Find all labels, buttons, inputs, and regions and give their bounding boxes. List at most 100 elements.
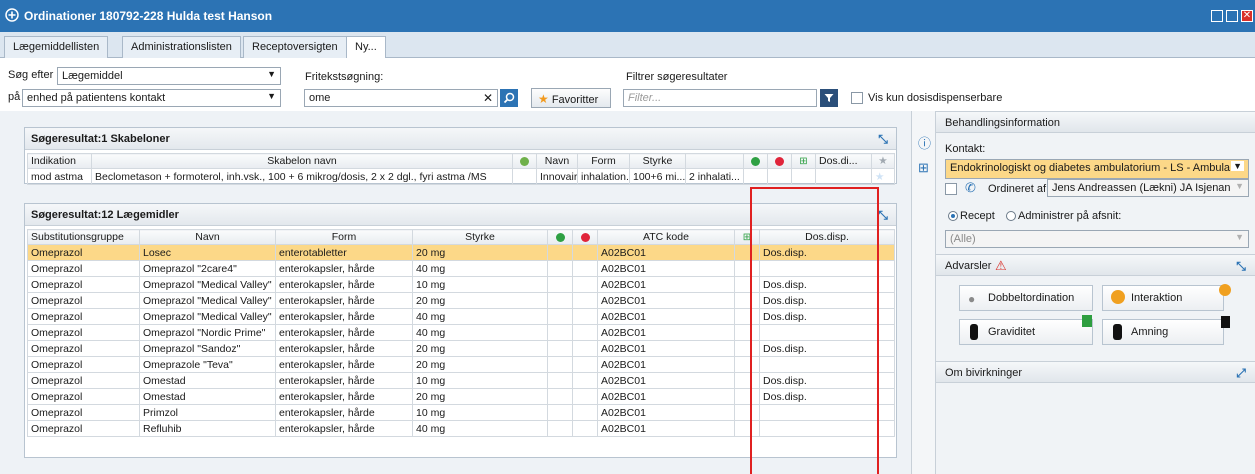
table-row[interactable]: Omeprazol Primzol enterokapsler, hårde 10 m… [27, 404, 895, 421]
col-header[interactable]: Navn [139, 229, 276, 245]
table-cell [759, 356, 895, 373]
table-row[interactable]: Omeprazol Omeprazol "Medical Valley" enter… [27, 308, 895, 325]
tab-administrationslisten[interactable]: Administrationslisten [122, 36, 241, 58]
recept-radio[interactable] [948, 211, 958, 221]
table-cell: mod astma [27, 168, 92, 185]
table-row[interactable]: Omeprazol Losec enterotabletter 20 mg A02BC0… [27, 244, 895, 261]
table-cell [547, 276, 573, 293]
col-header[interactable] [685, 153, 744, 169]
col-header[interactable]: ATC kode [597, 229, 735, 245]
filter-icon[interactable] [820, 89, 838, 107]
col-header[interactable]: Form [275, 229, 413, 245]
table-cell: 40 mg [412, 324, 548, 341]
afsnit-select[interactable]: (Alle) ▼ [945, 230, 1249, 248]
clear-icon[interactable]: ✕ [483, 91, 493, 105]
table-row[interactable]: Omeprazol Omeprazol "Nordic Prime" enterok… [27, 324, 895, 341]
col-header[interactable]: Dos.di... [815, 153, 872, 169]
col-header[interactable]: Skabelon navn [91, 153, 513, 169]
tab-laegemiddellisten[interactable]: Lægemiddellisten [4, 36, 109, 58]
minimize-button[interactable] [1211, 10, 1223, 22]
table-cell [547, 324, 573, 341]
favorite-star-icon[interactable]: ★ [875, 171, 884, 183]
col-header[interactable] [572, 229, 598, 245]
fritekst-input[interactable]: ome ✕ [304, 89, 498, 107]
table-cell: Omeprazol "Medical Valley" [139, 276, 276, 293]
col-header[interactable]: Substitutionsgruppe [27, 229, 140, 245]
table-row[interactable]: Omeprazol Refluhib enterokapsler, hårde 40 … [27, 420, 895, 437]
hierarchy-icon: ⊞ [742, 232, 752, 243]
col-header[interactable] [547, 229, 573, 245]
interaktion-button[interactable]: Interaktion [1102, 285, 1224, 311]
collapse-icon[interactable]: ⤡ [876, 208, 890, 222]
vis-kun-dosis-checkbox[interactable] [851, 92, 863, 104]
table-cell: 10 mg [412, 404, 548, 421]
table-cell[interactable]: ★ [871, 168, 895, 185]
col-header[interactable]: Navn [536, 153, 578, 169]
col-header[interactable] [767, 153, 792, 169]
paa-select[interactable]: enhed på patientens kontakt ▼ [22, 89, 281, 107]
skabeloner-header-row: Indikation Skabelon navn Navn Form Styrk… [27, 153, 895, 169]
col-header[interactable]: Styrke [412, 229, 548, 245]
tab-ny[interactable]: Ny... [346, 36, 386, 59]
table-cell [734, 308, 760, 325]
table-cell: Omeprazol [27, 340, 140, 357]
table-cell: enterotabletter [275, 244, 413, 261]
breastfeeding-icon [1113, 324, 1122, 340]
col-header[interactable]: ⊞ [791, 153, 816, 169]
table-row[interactable]: Omeprazol Omeprazole "Teva" enterokapsler,… [27, 356, 895, 373]
laegemidler-panel-header: Søgeresultat:12 Lægemidler ⤡ [25, 204, 896, 226]
col-header[interactable]: Indikation [27, 153, 92, 169]
search-icon[interactable] [500, 89, 518, 107]
laegemidler-table: Substitutionsgruppe Navn Form Styrke ATC… [27, 229, 895, 437]
table-cell: Omeprazol "2care4" [139, 260, 276, 277]
table-cell: enterokapsler, hårde [275, 308, 413, 325]
chevron-down-icon: ▼ [1235, 181, 1244, 191]
red-dot-icon [580, 232, 590, 242]
collapse-icon[interactable]: ⤡ [876, 132, 890, 146]
col-header[interactable]: ★ [871, 153, 895, 169]
col-header[interactable]: Form [577, 153, 630, 169]
col-header[interactable]: Styrke [629, 153, 686, 169]
afsnit-value: (Alle) [950, 233, 976, 245]
table-row[interactable]: mod astma Beclometason + formoterol, inh… [27, 168, 895, 185]
table-cell: A02BC01 [597, 276, 735, 293]
graviditet-button[interactable]: Graviditet [959, 319, 1093, 345]
table-cell: enterokapsler, hårde [275, 404, 413, 421]
amning-button[interactable]: Amning [1102, 319, 1224, 345]
ordineret-checkbox[interactable] [945, 183, 957, 195]
expand-icon[interactable]: ⤢ [1234, 366, 1248, 380]
table-row[interactable]: Omeprazol Omestad enterokapsler, hårde 10 m… [27, 372, 895, 389]
col-header[interactable] [512, 153, 537, 169]
administrer-label: Administrer på afsnit: [1018, 210, 1122, 222]
table-row[interactable]: Omeprazol Omeprazol "Medical Valley" enter… [27, 276, 895, 293]
info-icon[interactable]: ⓘ [918, 133, 931, 152]
ordineret-select[interactable]: Jens Andreassen (Lækni) JA Isjenan ▼ [1047, 179, 1249, 197]
table-row[interactable]: Omeprazol Omeprazol "Medical Valley" enter… [27, 292, 895, 309]
administrer-radio[interactable] [1006, 211, 1016, 221]
table-cell [759, 420, 895, 437]
filter-input[interactable]: Filter... [623, 89, 817, 107]
close-button[interactable]: ✕ [1241, 10, 1253, 22]
kontakt-select[interactable]: Endokrinologiskt og diabetes ambulatoriu… [945, 159, 1249, 179]
table-cell [547, 244, 573, 261]
laegemidler-tbody: Omeprazol Losec enterotabletter 20 mg A02BC0… [27, 244, 895, 437]
soeg-efter-select[interactable]: Lægemiddel ▼ [57, 67, 281, 85]
favoritter-button[interactable]: ★ Favoritter [531, 88, 611, 108]
table-row[interactable]: Omeprazol Omestad enterokapsler, hårde 20 m… [27, 388, 895, 405]
col-header[interactable]: ⊞ [734, 229, 760, 245]
table-row[interactable]: Omeprazol Omeprazol "2care4" enterokapsler… [27, 260, 895, 277]
grid-icon[interactable]: ⊞ [918, 160, 929, 176]
col-header[interactable]: Dos.disp. [759, 229, 895, 245]
table-cell: A02BC01 [597, 388, 735, 405]
table-cell: 2 inhalati... [685, 168, 744, 185]
favoritter-label: Favoritter [551, 94, 599, 106]
restore-button[interactable] [1226, 10, 1238, 22]
collapse-icon[interactable]: ⤡ [1234, 259, 1248, 273]
tab-receptoversigten[interactable]: Receptoversigten [243, 36, 347, 58]
col-header[interactable] [743, 153, 768, 169]
dobbeltordination-button[interactable]: ● Dobbeltordination [959, 285, 1093, 311]
table-row[interactable]: Omeprazol Omeprazol "Sandoz" enterokapsler… [27, 340, 895, 357]
bivirkninger-header[interactable]: Om bivirkninger ⤢ [936, 361, 1255, 383]
table-cell [734, 404, 760, 421]
skabeloner-panel-header: Søgeresultat:1 Skabeloner ⤡ [25, 128, 896, 150]
